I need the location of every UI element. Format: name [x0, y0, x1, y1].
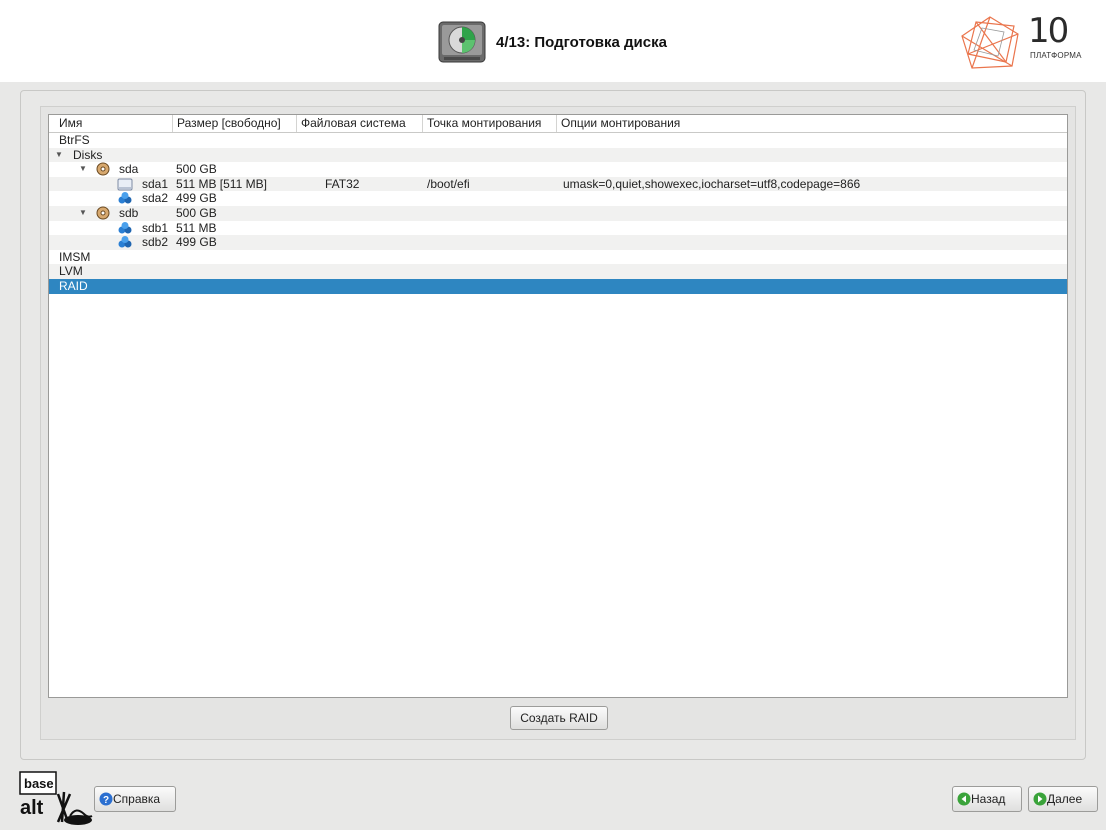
help-button-label: Справка: [113, 792, 161, 806]
tree-row-lvm[interactable]: LVM: [49, 264, 1067, 279]
row-size: 500 GB: [176, 162, 217, 177]
brand-subtitle: ПЛАТФОРМА: [1030, 51, 1082, 60]
platform-logo-icon: [961, 16, 1019, 69]
column-header-size[interactable]: Размер [свободно]: [173, 115, 297, 132]
next-button[interactable]: Далее: [1028, 786, 1098, 812]
help-button[interactable]: ? Справка: [94, 786, 176, 812]
tree-row-sdb2[interactable]: sdb2 499 GB: [49, 235, 1067, 250]
disk-drive-icon: [96, 162, 110, 176]
partition-raid-member-icon: [118, 236, 132, 248]
partition-raid-member-icon: [118, 192, 132, 204]
tree-row-raid[interactable]: RAID: [49, 278, 1067, 294]
arrow-right-icon: [1033, 792, 1047, 806]
row-filesystem: FAT32: [325, 176, 360, 191]
tree-header: Имя Размер [свободно] Файловая система Т…: [49, 115, 1067, 133]
column-header-mountpoint[interactable]: Точка монтирования: [423, 115, 557, 132]
tree-row-sdb1[interactable]: sdb1 511 MB: [49, 221, 1067, 236]
column-header-filesystem[interactable]: Файловая система: [297, 115, 423, 132]
arrow-left-icon: [957, 792, 971, 806]
tree-row-sdb[interactable]: ▼ sdb 500 GB: [49, 205, 1067, 221]
row-name: IMSM: [59, 249, 91, 264]
column-header-name[interactable]: Имя: [49, 115, 173, 132]
create-raid-button[interactable]: Создать RAID: [510, 706, 608, 730]
expander-down-icon[interactable]: ▼: [79, 206, 87, 221]
row-name: sda: [119, 162, 139, 177]
row-name: sda1: [142, 176, 169, 191]
svg-text:?: ?: [103, 795, 109, 806]
row-name: Disks: [73, 147, 103, 162]
row-name: RAID: [59, 278, 88, 293]
row-size: 499 GB: [176, 191, 217, 206]
base-alt-logo: base alt: [19, 771, 93, 825]
disk-drive-icon: [96, 206, 110, 220]
row-size: 511 MB [511 MB]: [176, 176, 267, 191]
header-bar: 4/13: Подготовка диска 10 ПЛАТФОРМА: [0, 0, 1106, 82]
help-icon: ?: [99, 792, 113, 806]
row-name: sdb: [119, 205, 139, 220]
hard-disk-icon: [438, 21, 486, 63]
back-button-label: Назад: [971, 792, 1006, 806]
row-name: BtrFS: [59, 133, 90, 147]
row-name: sdb2: [142, 235, 169, 250]
row-size: 500 GB: [176, 205, 217, 220]
row-size: 511 MB: [176, 220, 217, 235]
row-size: 499 GB: [176, 235, 217, 250]
tree-row-imsm[interactable]: IMSM: [49, 250, 1067, 265]
partition-fat-icon: [117, 178, 133, 191]
partition-raid-member-icon: [118, 221, 132, 234]
tree-row-sda1[interactable]: sda1 511 MB [511 MB] FAT32 /boot/efi uma…: [49, 176, 1067, 192]
expander-down-icon[interactable]: ▼: [55, 148, 63, 163]
brand-number: 10: [1028, 11, 1069, 51]
row-name: sda2: [142, 191, 169, 206]
svg-text:alt: alt: [20, 797, 44, 819]
svg-text:base: base: [24, 776, 54, 791]
back-button[interactable]: Назад: [952, 786, 1022, 812]
tree-row-disks[interactable]: ▼ Disks: [49, 147, 1067, 163]
row-mountpoint: /boot/efi: [427, 176, 470, 191]
partition-tree[interactable]: Имя Размер [свободно] Файловая система Т…: [48, 114, 1068, 698]
tree-row-sda2[interactable]: sda2 499 GB: [49, 191, 1067, 206]
next-button-label: Далее: [1047, 792, 1083, 806]
step-title: 4/13: Подготовка диска: [496, 34, 667, 51]
column-header-options[interactable]: Опции монтирования: [557, 115, 1067, 132]
row-options: umask=0,quiet,showexec,iocharset=utf8,co…: [563, 176, 861, 191]
tree-row-btrfs[interactable]: BtrFS: [49, 133, 1067, 148]
row-name: sdb1: [142, 220, 169, 235]
expander-down-icon[interactable]: ▼: [79, 162, 87, 177]
tree-row-sda[interactable]: ▼ sda 500 GB: [49, 162, 1067, 177]
row-name: LVM: [59, 264, 83, 279]
